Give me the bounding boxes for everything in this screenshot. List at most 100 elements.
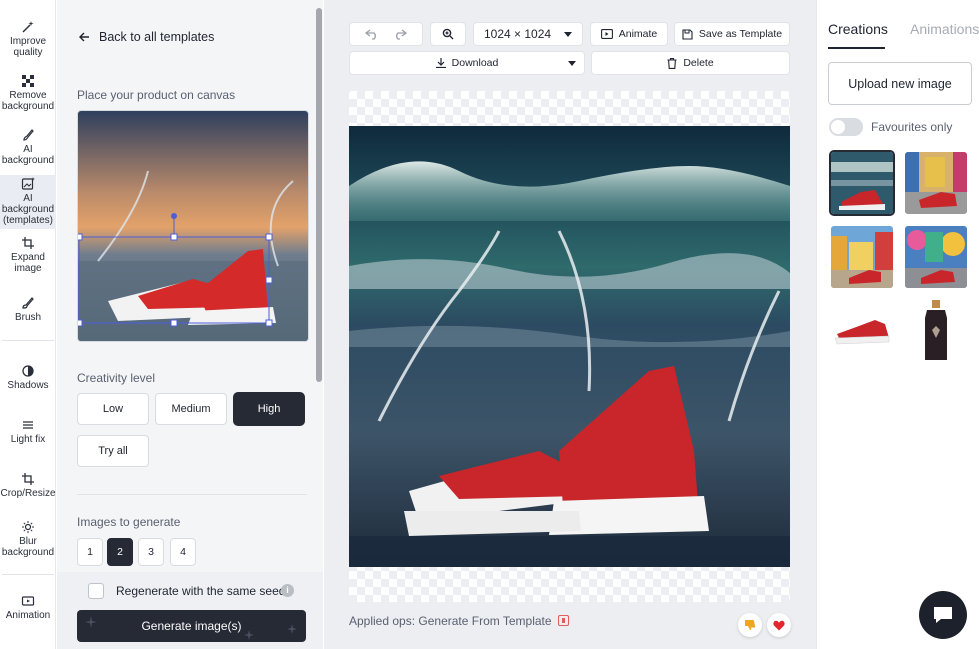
tool-ai-background[interactable]: AI background bbox=[0, 128, 56, 166]
try-all-button[interactable]: Try all bbox=[77, 435, 149, 467]
heart-icon bbox=[773, 620, 785, 630]
tool-shadows[interactable]: Shadows bbox=[0, 364, 56, 391]
editor-canvas[interactable] bbox=[349, 91, 790, 602]
arrow-left-icon bbox=[79, 32, 89, 42]
remove-op-icon[interactable] bbox=[557, 615, 569, 626]
info-icon[interactable]: i bbox=[281, 584, 294, 597]
creation-image bbox=[905, 300, 967, 362]
generate-images-button[interactable]: Generate image(s) bbox=[77, 610, 306, 642]
tool-expand-image[interactable]: Expand image bbox=[0, 236, 56, 274]
tool-crop-resize[interactable]: Crop/Resize bbox=[0, 472, 56, 499]
animate-button[interactable]: Animate bbox=[590, 22, 668, 46]
creation-image bbox=[831, 152, 893, 214]
creativity-high-button[interactable]: High bbox=[234, 393, 304, 425]
undo-icon[interactable] bbox=[365, 28, 379, 40]
tool-label: Brush bbox=[14, 312, 42, 323]
download-icon bbox=[435, 58, 446, 68]
tool-label: Shadows bbox=[7, 380, 49, 391]
undo-redo-group bbox=[349, 22, 423, 46]
creativity-medium-button[interactable]: Medium bbox=[155, 393, 227, 425]
caret-down-icon[interactable] bbox=[568, 61, 576, 66]
creation-thumbnail[interactable] bbox=[905, 226, 967, 288]
regenerate-seed-label: Regenerate with the same seed bbox=[116, 584, 286, 598]
zoom-button[interactable] bbox=[430, 22, 466, 46]
tool-rail: Improve quality Remove background AI bac… bbox=[0, 0, 56, 649]
tool-label: Blur background bbox=[1, 536, 55, 558]
tool-ai-background-templates[interactable]: AI background (templates) bbox=[0, 175, 56, 229]
rail-divider bbox=[2, 340, 54, 341]
place-product-label: Place your product on canvas bbox=[77, 88, 236, 102]
favourites-label: Favourites only bbox=[871, 120, 953, 134]
template-image-icon bbox=[21, 177, 35, 190]
template-preview-image bbox=[78, 111, 308, 341]
expand-icon bbox=[22, 237, 34, 249]
blur-icon bbox=[22, 521, 34, 533]
tab-animations[interactable]: Animations bbox=[910, 21, 979, 37]
image-count-4[interactable]: 4 bbox=[170, 538, 196, 566]
tool-label: Light fix bbox=[10, 434, 46, 445]
tool-label: Improve quality bbox=[9, 36, 47, 58]
redo-icon[interactable] bbox=[393, 28, 407, 40]
crop-icon bbox=[22, 473, 34, 485]
delete-button[interactable]: Delete bbox=[591, 51, 790, 75]
tool-remove-background[interactable]: Remove background bbox=[0, 74, 56, 112]
back-to-templates-link[interactable]: Back to all templates bbox=[78, 30, 214, 44]
creation-thumbnail[interactable] bbox=[831, 226, 893, 288]
generated-image bbox=[349, 126, 790, 567]
chat-button[interactable] bbox=[919, 591, 967, 639]
shadow-icon bbox=[22, 365, 34, 377]
trash-icon bbox=[667, 57, 677, 69]
download-label: Download bbox=[451, 57, 499, 69]
tool-blur-background[interactable]: Blur background bbox=[0, 520, 56, 558]
thumbs-down-button[interactable] bbox=[738, 613, 762, 637]
creation-thumbnail[interactable] bbox=[831, 300, 893, 362]
tab-creations[interactable]: Creations bbox=[828, 21, 888, 37]
image-count-2[interactable]: 2 bbox=[107, 538, 133, 566]
creativity-low-button[interactable]: Low bbox=[77, 393, 149, 425]
brush-icon bbox=[22, 297, 34, 309]
magic-wand-icon bbox=[22, 21, 34, 33]
applied-ops-text: Applied ops: Generate From Template bbox=[349, 614, 552, 628]
back-label: Back to all templates bbox=[99, 30, 215, 44]
canvas-size-value: 1024 × 1024 bbox=[484, 27, 552, 41]
panel-divider bbox=[77, 494, 307, 495]
active-tab-indicator bbox=[828, 47, 885, 49]
image-count-1[interactable]: 1 bbox=[77, 538, 103, 566]
creation-thumbnail[interactable] bbox=[831, 152, 893, 214]
video-icon bbox=[600, 29, 613, 39]
tool-label: Crop/Resize bbox=[0, 488, 56, 499]
creation-thumbnail[interactable] bbox=[905, 300, 967, 362]
rail-divider bbox=[2, 574, 54, 575]
tool-light-fix[interactable]: Light fix bbox=[0, 418, 56, 445]
animation-icon bbox=[21, 596, 35, 606]
image-count-3[interactable]: 3 bbox=[138, 538, 164, 566]
animate-label: Animate bbox=[618, 28, 658, 40]
light-icon bbox=[23, 421, 33, 429]
tool-label: Expand image bbox=[11, 252, 45, 274]
tool-improve-quality[interactable]: Improve quality bbox=[0, 20, 56, 58]
save-as-template-button[interactable]: Save as Template bbox=[674, 22, 790, 46]
brush-sparkle-icon bbox=[23, 129, 34, 141]
creation-thumbnail[interactable] bbox=[905, 152, 967, 214]
download-button[interactable]: Download bbox=[349, 51, 585, 75]
creation-image bbox=[905, 152, 967, 214]
chat-icon bbox=[934, 607, 952, 623]
save-icon bbox=[682, 28, 693, 40]
applied-ops: Applied ops: Generate From Template bbox=[349, 614, 569, 628]
panel-scrollbar[interactable] bbox=[316, 8, 322, 382]
generate-label: Generate image(s) bbox=[141, 619, 242, 633]
tool-brush[interactable]: Brush bbox=[0, 296, 56, 323]
upload-new-image-button[interactable]: Upload new image bbox=[828, 62, 972, 105]
checker-icon bbox=[22, 75, 34, 87]
tool-animation[interactable]: Animation bbox=[0, 594, 56, 621]
creation-image bbox=[831, 226, 893, 288]
tool-label: Remove background bbox=[1, 90, 55, 112]
template-preview[interactable] bbox=[77, 110, 309, 342]
canvas-size-select[interactable]: 1024 × 1024 bbox=[473, 22, 583, 46]
tool-label: AI background bbox=[1, 144, 55, 166]
save-template-label: Save as Template bbox=[698, 28, 783, 40]
favourite-button[interactable] bbox=[767, 613, 791, 637]
favourites-toggle[interactable] bbox=[829, 118, 863, 136]
regenerate-seed-checkbox[interactable] bbox=[88, 583, 104, 599]
tool-label: Animation bbox=[5, 610, 51, 621]
